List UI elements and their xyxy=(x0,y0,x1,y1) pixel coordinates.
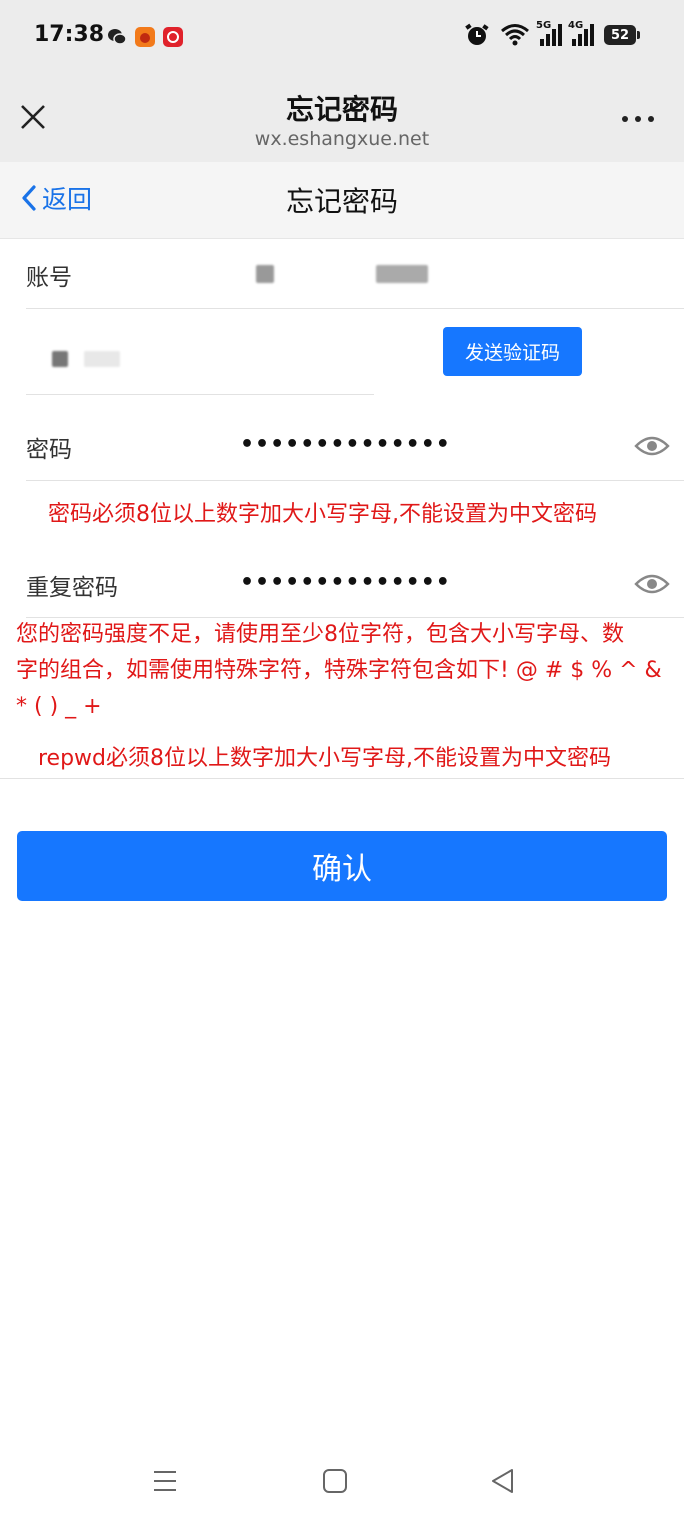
repeat-password-label: 重复密码 xyxy=(26,575,118,601)
account-value-redacted xyxy=(256,265,274,283)
browser-header: 忘记密码 wx.eshangxue.net xyxy=(0,80,684,162)
strength-error-line: 字的组合，如需使用特殊字符，特殊字符包含如下! @ # $ % ^ & xyxy=(16,658,662,683)
menu-icon[interactable] xyxy=(152,1468,178,1494)
strength-error-line: * ( ) _ + xyxy=(16,694,102,719)
more-menu-icon[interactable] xyxy=(622,116,654,122)
repwd-error-text: repwd必须8位以上数字加大小写字母,不能设置为中文密码 xyxy=(38,746,612,771)
password-error-text: 密码必须8位以上数字加大小写字母,不能设置为中文密码 xyxy=(48,502,597,527)
status-bar: 17:38 5G 4G 52 xyxy=(0,0,684,80)
browser-url: wx.eshangxue.net xyxy=(254,128,430,150)
account-input[interactable] xyxy=(230,250,670,300)
browser-title: 忘记密码 xyxy=(285,93,398,126)
signal-5g-icon: 5G xyxy=(536,20,562,46)
battery-level: 52 xyxy=(610,27,630,43)
battery-icon: 52 xyxy=(604,25,640,45)
account-value-redacted-2 xyxy=(376,265,428,283)
page-title: 忘记密码 xyxy=(285,185,398,218)
back-nav-icon[interactable] xyxy=(490,1468,516,1494)
wifi-icon xyxy=(501,24,529,46)
divider xyxy=(26,480,684,481)
app-icon-red xyxy=(163,27,183,47)
signal-4g-label: 4G xyxy=(568,20,584,31)
eye-icon[interactable] xyxy=(634,434,670,458)
system-nav-bar xyxy=(0,1450,684,1524)
status-time: 17:38 xyxy=(34,22,105,47)
home-icon[interactable] xyxy=(322,1468,348,1494)
confirm-button[interactable]: 确认 xyxy=(17,831,667,901)
page-nav: 返回 忘记密码 xyxy=(0,162,684,239)
app-icon-orange xyxy=(135,27,155,47)
eye-icon[interactable] xyxy=(634,572,670,596)
code-value-redacted-2 xyxy=(84,351,120,367)
send-code-button[interactable]: 发送验证码 xyxy=(443,327,582,376)
repeat-password-input[interactable]: •••••••••••••• xyxy=(240,570,451,595)
system-indicators: 5G 4G 52 xyxy=(464,20,640,48)
strength-error-line: 您的密码强度不足，请使用至少8位字符，包含大小写字母、数 xyxy=(16,622,624,647)
signal-5g-label: 5G xyxy=(536,20,552,31)
account-label: 账号 xyxy=(26,265,72,291)
signal-4g-icon: 4G xyxy=(568,20,594,46)
divider xyxy=(26,308,684,309)
verification-code-input[interactable] xyxy=(26,320,426,390)
password-strength-error: 您的密码强度不足，请使用至少8位字符，包含大小写字母、数 字的组合，如需使用特殊… xyxy=(16,617,684,725)
divider xyxy=(0,778,684,779)
wechat-icon xyxy=(108,29,127,45)
alarm-icon xyxy=(465,23,489,45)
password-label: 密码 xyxy=(26,437,72,463)
password-input[interactable]: •••••••••••••• xyxy=(240,432,451,457)
code-value-redacted xyxy=(52,351,68,367)
notification-icons xyxy=(106,26,184,48)
divider xyxy=(26,394,374,395)
